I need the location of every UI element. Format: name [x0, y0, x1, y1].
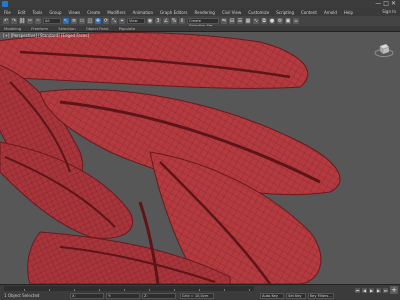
- tab-freeform[interactable]: Freeform: [31, 26, 48, 31]
- perspective-viewport[interactable]: [+] [Perspective] [Standard] [Edged Face…: [0, 32, 400, 284]
- selection-filter-select[interactable]: All: [43, 18, 61, 24]
- named-selection-sets-select[interactable]: Create Selection Set: [187, 18, 219, 28]
- timeline-tick: [249, 289, 250, 291]
- timeline-tick: [149, 289, 150, 291]
- timeline-tick: [199, 289, 200, 291]
- status-bar: 1 Object Selected X: Y: Z: Grid = 10,0cm…: [0, 284, 400, 300]
- angle-snap-icon[interactable]: ∠: [163, 18, 169, 24]
- tab-modeling[interactable]: Modeling: [4, 26, 21, 31]
- playback-controls: ⏮ ◀ ▶ ▶ ⏭: [355, 288, 388, 293]
- timeline-tick: [99, 289, 100, 291]
- tab-selection[interactable]: Selection: [58, 26, 76, 31]
- tab-object-paint[interactable]: Object Paint: [86, 26, 109, 31]
- auto-key-button[interactable]: Auto Key: [260, 293, 284, 299]
- timeline-tick: [124, 289, 125, 291]
- z-coordinate-field[interactable]: Z:: [142, 293, 176, 299]
- select-object-icon[interactable]: ↖: [63, 18, 69, 24]
- menu-modifiers[interactable]: Modifiers: [107, 10, 125, 15]
- tab-populate[interactable]: Populate: [119, 26, 136, 31]
- main-toolbar: ↶ ↷ ⛓ ✂ ~ All ↖ ≡ ▭ ◫ ✥ ⟳ ⤡ ⌖ View ◉ 3 ∠…: [0, 16, 400, 28]
- curve-editor-icon[interactable]: ∿: [253, 18, 259, 24]
- bind-space-warp-icon[interactable]: ~: [35, 18, 41, 24]
- menu-graph-editors[interactable]: Graph Editors: [160, 10, 187, 15]
- x-coordinate-field[interactable]: X:: [70, 293, 104, 299]
- next-frame-icon[interactable]: ▶: [376, 288, 381, 293]
- time-slider[interactable]: [4, 286, 254, 291]
- timeline-tick: [24, 289, 25, 291]
- close-button[interactable]: ✕: [391, 0, 396, 8]
- leaf-mesh-render[interactable]: [0, 32, 400, 284]
- menu-bar: File Edit Tools Group Views Create Modif…: [0, 8, 400, 16]
- select-and-rotate-icon[interactable]: ⟳: [103, 18, 109, 24]
- select-by-name-icon[interactable]: ≡: [71, 18, 77, 24]
- app-logo-icon[interactable]: [2, 1, 8, 7]
- grid-size-readout: Grid = 10,0cm: [180, 293, 214, 299]
- menu-views[interactable]: Views: [69, 10, 81, 15]
- menu-customize[interactable]: Customize: [248, 10, 269, 15]
- unlink-icon[interactable]: ✂: [27, 18, 33, 24]
- timeline-tick: [174, 289, 175, 291]
- sign-in-link[interactable]: Sign In: [382, 8, 396, 16]
- go-to-start-icon[interactable]: ⏮: [355, 288, 360, 293]
- rendered-frame-window-icon[interactable]: ▣: [285, 18, 291, 24]
- scene-explorer-icon[interactable]: ▦: [245, 18, 251, 24]
- menu-content[interactable]: Content: [301, 10, 317, 15]
- timeline-tick: [224, 289, 225, 291]
- previous-frame-icon[interactable]: ◀: [362, 288, 367, 293]
- layer-explorer-icon[interactable]: ☰: [237, 18, 243, 24]
- menu-group[interactable]: Group: [49, 10, 61, 15]
- play-icon[interactable]: ▶: [369, 288, 374, 293]
- timeline-tick: [74, 289, 75, 291]
- menu-animation[interactable]: Animation: [133, 10, 153, 15]
- go-to-end-icon[interactable]: ⏭: [383, 288, 388, 293]
- window-crossing-icon[interactable]: ◫: [87, 18, 93, 24]
- key-filters-button[interactable]: Key Filters...: [308, 293, 334, 299]
- menu-edit[interactable]: Edit: [18, 10, 26, 15]
- snaps-toggle-icon[interactable]: 3: [155, 18, 161, 24]
- set-key-plus-icon[interactable]: +: [390, 286, 398, 294]
- schematic-view-icon[interactable]: ⧉: [261, 18, 267, 24]
- minimize-button[interactable]: —: [375, 0, 381, 8]
- render-setup-icon[interactable]: ⚙: [277, 18, 283, 24]
- menu-civil-view[interactable]: Civil View: [222, 10, 241, 15]
- redo-icon[interactable]: ↷: [11, 18, 17, 24]
- menu-arnold[interactable]: Arnold: [324, 10, 337, 15]
- maximize-button[interactable]: □: [383, 0, 389, 8]
- title-bar: — □ ✕: [0, 0, 400, 8]
- reference-coordinate-select[interactable]: View: [127, 18, 145, 24]
- mirror-icon[interactable]: ⇋: [221, 18, 227, 24]
- rectangular-selection-icon[interactable]: ▭: [79, 18, 85, 24]
- window-controls: — □ ✕: [375, 0, 396, 8]
- timeline-tick: [49, 289, 50, 291]
- menu-tools[interactable]: Tools: [32, 10, 42, 15]
- menu-rendering[interactable]: Rendering: [195, 10, 215, 15]
- viewcube-icon[interactable]: [374, 42, 394, 58]
- menu-scripting[interactable]: Scripting: [276, 10, 294, 15]
- menu-file[interactable]: File: [4, 10, 11, 15]
- select-and-scale-icon[interactable]: ⤡: [111, 18, 117, 24]
- material-editor-icon[interactable]: ●: [269, 18, 275, 24]
- undo-icon[interactable]: ↶: [3, 18, 9, 24]
- menu-help[interactable]: Help: [344, 10, 353, 15]
- place-icon[interactable]: ⌖: [119, 18, 125, 24]
- select-and-move-icon[interactable]: ✥: [95, 18, 101, 24]
- set-key-button[interactable]: Set Key: [286, 293, 306, 299]
- link-icon[interactable]: ⛓: [19, 18, 25, 24]
- menu-create[interactable]: Create: [87, 10, 100, 15]
- pivot-point-icon[interactable]: ◉: [147, 18, 153, 24]
- y-coordinate-field[interactable]: Y:: [106, 293, 140, 299]
- align-icon[interactable]: ⊟: [229, 18, 235, 24]
- render-production-icon[interactable]: ☕: [293, 18, 299, 24]
- selection-status: 1 Object Selected: [4, 293, 40, 298]
- spinner-snap-icon[interactable]: ⇕: [179, 18, 185, 24]
- viewport-label[interactable]: [+] [Perspective] [Standard] [Edged Face…: [3, 33, 89, 38]
- percent-snap-icon[interactable]: %: [171, 18, 177, 24]
